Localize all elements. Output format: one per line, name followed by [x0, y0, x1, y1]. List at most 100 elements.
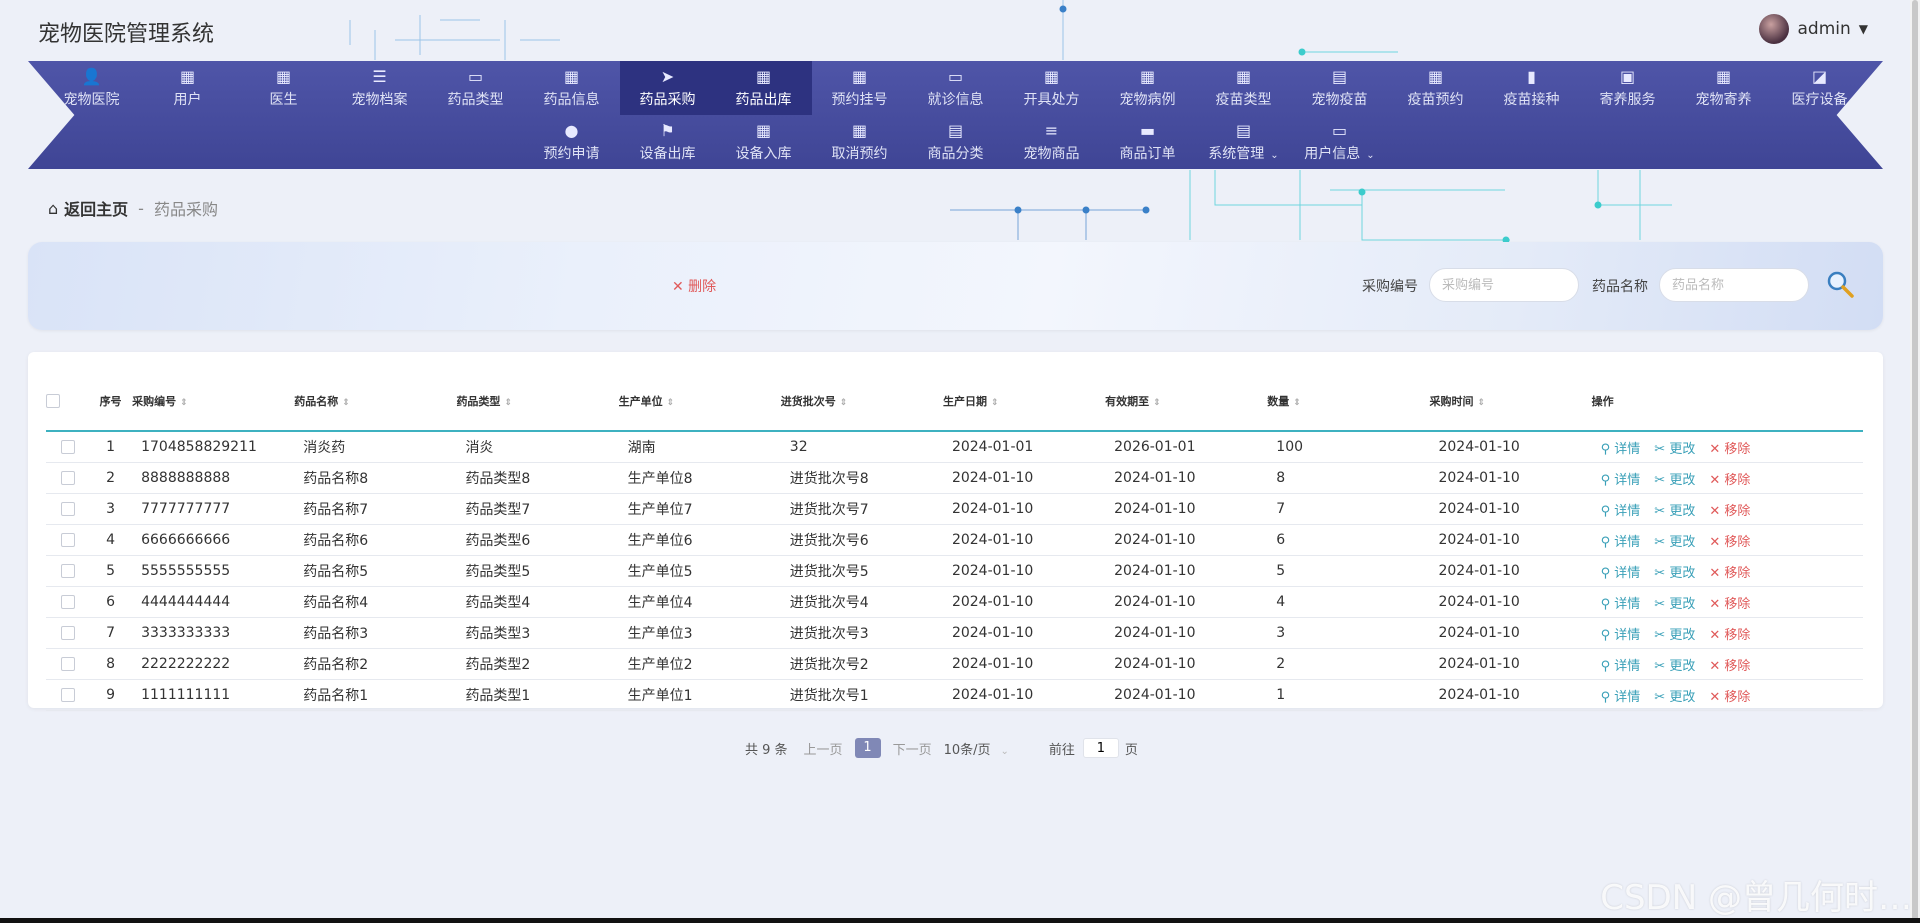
edit-button[interactable]: ✂ 更改 [1654, 659, 1695, 674]
remove-button[interactable]: ✕ 移除 [1709, 659, 1750, 674]
avatar[interactable] [1759, 14, 1790, 44]
sort-icon[interactable]: ⇕ [1153, 398, 1161, 408]
edit-button[interactable]: ✂ 更改 [1654, 442, 1695, 457]
nav-item-row1-15[interactable]: ▮ 疫苗接种 [1484, 61, 1580, 115]
edit-button[interactable]: ✂ 更改 [1654, 566, 1695, 581]
column-header-2[interactable]: 药品名称 ⇕ [294, 372, 457, 432]
row-checkbox[interactable] [60, 533, 75, 547]
column-header-3[interactable]: 药品类型 ⇕ [456, 372, 619, 432]
row-checkbox[interactable] [60, 657, 75, 671]
row-checkbox[interactable] [60, 564, 75, 578]
edit-button[interactable]: ✂ 更改 [1654, 628, 1695, 643]
row-checkbox[interactable] [60, 471, 75, 485]
detail-button[interactable]: ⚲ 详情 [1601, 566, 1641, 581]
nav-item-row1-17[interactable]: ▦ 宠物寄养 [1676, 61, 1772, 115]
detail-button[interactable]: ⚲ 详情 [1601, 442, 1641, 457]
edit-button[interactable]: ✂ 更改 [1654, 504, 1695, 519]
row-checkbox[interactable] [60, 502, 75, 516]
nav-item-row1-18[interactable]: ◪ 医疗设备 [1772, 61, 1868, 115]
goto-page-input[interactable] [1082, 738, 1119, 758]
remove-button[interactable]: ✕ 移除 [1709, 690, 1750, 705]
nav-item-row2-2[interactable]: ▦ 设备入库 [716, 115, 812, 169]
vertical-scrollbar[interactable] [1910, 0, 1920, 923]
user-menu[interactable]: admin ▼ [1759, 14, 1868, 44]
sort-icon[interactable]: ⇕ [180, 398, 188, 408]
nav-item-row1-12[interactable]: ▦ 疫苗类型 [1196, 61, 1292, 115]
column-header-5[interactable]: 进货批次号 ⇕ [780, 372, 943, 432]
nav-item-row1-10[interactable]: ▦ 开具处方 [1004, 61, 1100, 115]
column-header-9[interactable]: 采购时间 ⇕ [1429, 372, 1592, 432]
column-header-6[interactable]: 生产日期 ⇕ [942, 372, 1106, 432]
nav-item-row1-7[interactable]: ▦ 药品出库 [715, 61, 812, 115]
column-header-7[interactable]: 有效期至 ⇕ [1105, 372, 1268, 432]
nav-item-row1-16[interactable]: ▣ 寄养服务 [1580, 61, 1676, 115]
nav-item-row1-14[interactable]: ▦ 疫苗预约 [1388, 61, 1484, 115]
sort-icon[interactable]: ⇕ [840, 398, 848, 408]
nav-item-row2-3[interactable]: ▦ 取消预约 [812, 115, 908, 169]
nav-item-row1-6[interactable]: ➤ 药品采购 [619, 61, 716, 115]
sort-icon[interactable]: ⇕ [667, 398, 675, 408]
detail-button[interactable]: ⚲ 详情 [1601, 628, 1641, 643]
remove-button[interactable]: ✕ 移除 [1709, 566, 1750, 581]
scrollbar-thumb[interactable] [1912, 0, 1918, 923]
detail-button[interactable]: ⚲ 详情 [1601, 535, 1641, 550]
column-header-4[interactable]: 生产单位 ⇕ [618, 372, 781, 432]
nav-item-row2-4[interactable]: ▤ 商品分类 [908, 115, 1004, 169]
detail-button[interactable]: ⚲ 详情 [1601, 690, 1641, 705]
row-checkbox[interactable] [60, 688, 75, 702]
detail-button[interactable]: ⚲ 详情 [1601, 473, 1641, 488]
nav-item-row1-2[interactable]: ▦ 医生 [236, 61, 332, 115]
detail-button[interactable]: ⚲ 详情 [1601, 659, 1641, 674]
column-header-8[interactable]: 数量 ⇕ [1267, 372, 1430, 432]
nav-item-row2-1[interactable]: ⚑ 设备出库 [620, 115, 716, 169]
remove-button[interactable]: ✕ 移除 [1709, 504, 1750, 519]
edit-button[interactable]: ✂ 更改 [1654, 535, 1695, 550]
sort-icon[interactable]: ⇕ [1293, 398, 1301, 408]
nav-item-row1-9[interactable]: ▭ 就诊信息 [908, 61, 1004, 115]
nav-item-row1-8[interactable]: ▦ 预约挂号 [812, 61, 908, 115]
nav-item-row1-11[interactable]: ▦ 宠物病例 [1100, 61, 1196, 115]
caret-down-icon[interactable]: ▼ [1859, 22, 1868, 36]
delete-button[interactable]: ✕ 删除 [672, 276, 716, 296]
next-page-button[interactable]: 下一页 [893, 739, 932, 758]
sort-icon[interactable]: ⇕ [504, 398, 512, 408]
drug-name-input[interactable] [1659, 268, 1809, 302]
nav-item-row1-5[interactable]: ▦ 药品信息 [524, 61, 620, 115]
nav-item-row1-1[interactable]: ▦ 用户 [140, 61, 236, 115]
sort-icon[interactable]: ⇕ [342, 398, 350, 408]
row-checkbox[interactable] [60, 440, 75, 454]
edit-button[interactable]: ✂ 更改 [1654, 473, 1695, 488]
remove-button[interactable]: ✕ 移除 [1709, 535, 1750, 550]
sort-icon[interactable]: ⇕ [991, 398, 999, 408]
row-checkbox[interactable] [60, 626, 75, 640]
purchase-no-input[interactable] [1429, 268, 1579, 302]
home-icon[interactable]: ⌂ [48, 199, 58, 218]
prev-page-button[interactable]: 上一页 [804, 739, 843, 758]
column-header-1[interactable]: 采购编号 ⇕ [132, 372, 295, 432]
edit-button[interactable]: ✂ 更改 [1654, 597, 1695, 612]
sort-icon[interactable]: ⇕ [1477, 398, 1485, 408]
select-all-checkbox[interactable] [46, 394, 60, 408]
nav-item-row1-4[interactable]: ▭ 药品类型 [428, 61, 524, 115]
detail-button[interactable]: ⚲ 详情 [1601, 504, 1641, 519]
nav-item-row2-7[interactable]: ▤ 系统管理 ⌄ [1196, 115, 1292, 169]
username[interactable]: admin [1797, 19, 1850, 39]
nav-item-row1-0[interactable]: 👤 宠物医院 [44, 61, 140, 115]
row-checkbox[interactable] [60, 595, 75, 609]
remove-button[interactable]: ✕ 移除 [1709, 628, 1750, 643]
nav-item-row2-0[interactable]: ● 预约申请 [524, 115, 620, 169]
remove-button[interactable]: ✕ 移除 [1709, 473, 1750, 488]
nav-item-row1-13[interactable]: ▤ 宠物疫苗 [1292, 61, 1388, 115]
breadcrumb-home[interactable]: 返回主页 [64, 196, 128, 220]
nav-item-row2-8[interactable]: ▭ 用户信息 ⌄ [1292, 115, 1388, 169]
edit-button[interactable]: ✂ 更改 [1654, 690, 1695, 705]
nav-item-row1-3[interactable]: ☰ 宠物档案 [332, 61, 428, 115]
detail-button[interactable]: ⚲ 详情 [1601, 597, 1641, 612]
remove-button[interactable]: ✕ 移除 [1709, 597, 1750, 612]
remove-button[interactable]: ✕ 移除 [1709, 442, 1750, 457]
search-icon[interactable] [1826, 270, 1854, 298]
page-size-select[interactable]: 10条/页 ⌄ [944, 739, 1009, 758]
nav-item-row2-6[interactable]: ▬ 商品订单 [1100, 115, 1196, 169]
nav-item-row2-5[interactable]: ≡ 宠物商品 [1004, 115, 1100, 169]
current-page-button[interactable]: 1 [854, 738, 881, 758]
